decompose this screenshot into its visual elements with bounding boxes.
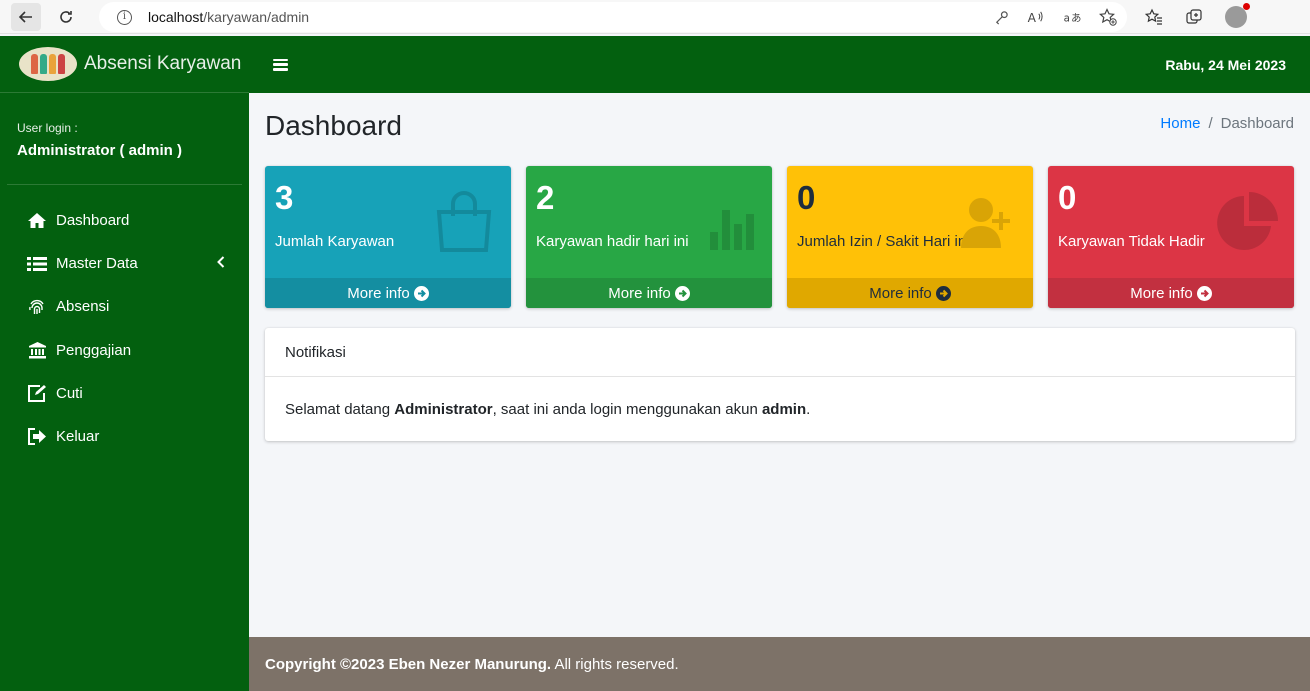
- page-footer: Copyright ©2023 Eben Nezer Manurung. All…: [249, 637, 1310, 691]
- notification-text: .: [806, 400, 811, 418]
- more-info-label: More info: [869, 284, 932, 302]
- current-date: Rabu, 24 Mei 2023: [1165, 56, 1286, 73]
- url-text[interactable]: localhost/karyawan/admin: [148, 9, 309, 25]
- bank-icon: [26, 341, 48, 359]
- pie-chart-icon: [1217, 192, 1278, 250]
- more-info-label: More info: [1130, 284, 1193, 302]
- stat-number: 0: [797, 179, 816, 216]
- breadcrumb-separator: /: [1208, 115, 1213, 132]
- breadcrumb-current: Dashboard: [1220, 115, 1294, 132]
- notification-account: admin: [761, 400, 807, 418]
- brand-logo: [19, 47, 77, 81]
- sign-out-icon: [26, 428, 48, 446]
- breadcrumb-home-link[interactable]: Home: [1160, 115, 1200, 132]
- arrow-circle-right-icon: [413, 285, 429, 301]
- sidebar-menu: Dashboard Master Data Absensi Penggajian: [0, 185, 249, 458]
- sidebar-item-label: Master Data: [56, 255, 138, 273]
- reload-button[interactable]: [51, 3, 81, 31]
- notification-header: Notifikasi: [265, 328, 1295, 377]
- arrow-circle-right-icon: [674, 285, 690, 301]
- arrow-left-icon: [18, 10, 32, 23]
- browser-toolbar: i localhost/karyawan/admin A aあ: [0, 0, 1310, 34]
- stat-label: Jumlah Karyawan: [275, 233, 395, 250]
- more-info-link[interactable]: More info: [526, 278, 772, 308]
- sidebar-item-label: Dashboard: [56, 212, 130, 230]
- user-caption: User login :: [17, 121, 78, 135]
- user-name: Administrator ( admin ): [17, 142, 183, 159]
- bar-chart-icon: [710, 210, 754, 250]
- page-title: Dashboard: [265, 110, 402, 141]
- brand-title: Absensi Karyawan: [84, 53, 242, 74]
- notification-text: , saat ini anda login menggunakan akun: [492, 400, 762, 418]
- reload-icon: [60, 10, 72, 23]
- more-info-link[interactable]: More info: [1048, 278, 1294, 308]
- stat-box-karyawan-hadir: 2 Karyawan hadir hari ini More info: [526, 166, 772, 308]
- svg-text:a: a: [1064, 12, 1070, 24]
- user-panel: User login : Administrator ( admin ): [0, 93, 249, 184]
- key-icon[interactable]: [994, 10, 1009, 25]
- stat-label: Karyawan Tidak Hadir: [1058, 233, 1205, 250]
- svg-text:あ: あ: [1071, 12, 1081, 24]
- top-navbar: Rabu, 24 Mei 2023: [249, 36, 1310, 93]
- stat-number: 3: [275, 179, 294, 216]
- svg-text:A: A: [1028, 11, 1037, 25]
- more-info-link[interactable]: More info: [265, 278, 511, 308]
- address-bar[interactable]: i localhost/karyawan/admin A aあ: [99, 2, 1127, 32]
- home-icon: [26, 212, 48, 229]
- notification-text: Selamat datang: [285, 400, 395, 418]
- sidebar-item-cuti[interactable]: Cuti: [0, 372, 249, 415]
- stat-number: 2: [536, 179, 555, 216]
- read-aloud-icon[interactable]: A: [1027, 10, 1045, 25]
- notification-card: Notifikasi Selamat datang Administrator,…: [265, 328, 1295, 441]
- stat-box-izin-sakit: 0 Jumlah Izin / Sakit Hari ini More info: [787, 166, 1033, 308]
- stat-box-jumlah-karyawan: 3 Jumlah Karyawan More info: [265, 166, 511, 308]
- profile-avatar[interactable]: [1225, 3, 1250, 28]
- fingerprint-icon: [26, 298, 48, 316]
- stat-label: Jumlah Izin / Sakit Hari ini: [797, 233, 970, 250]
- content-area: Dashboard Home / Dashboard 3 Jumlah Karyaw…: [249, 93, 1310, 637]
- rights-text: All rights reserved.: [551, 655, 679, 673]
- sidebar-item-label: Absensi: [56, 298, 110, 316]
- favorite-add-icon[interactable]: [1099, 8, 1117, 26]
- sidebar-item-dashboard[interactable]: Dashboard: [0, 199, 249, 242]
- sidebar: Absensi Karyawan User login : Administra…: [0, 36, 249, 691]
- sidebar-item-master-data[interactable]: Master Data: [0, 242, 249, 285]
- user-plus-icon: [961, 198, 1010, 248]
- stat-box-tidak-hadir: 0 Karyawan Tidak Hadir More info: [1048, 166, 1294, 308]
- edit-icon: [26, 384, 48, 403]
- translate-icon[interactable]: aあ: [1063, 10, 1081, 25]
- more-info-link[interactable]: More info: [787, 278, 1033, 308]
- info-icon[interactable]: i: [117, 9, 132, 25]
- stat-label: Karyawan hadir hari ini: [536, 233, 689, 250]
- sidebar-item-penggajian[interactable]: Penggajian: [0, 329, 249, 372]
- arrow-circle-right-icon: [935, 285, 951, 301]
- back-button[interactable]: [11, 2, 41, 31]
- stat-number: 0: [1058, 179, 1077, 216]
- copyright-text: Copyright ©2023 Eben Nezer Manurung.: [265, 655, 552, 673]
- notification-body: Selamat datang Administrator, saat ini a…: [265, 377, 1295, 441]
- favorites-icon[interactable]: [1145, 8, 1163, 26]
- arrow-circle-right-icon: [1196, 285, 1212, 301]
- brand[interactable]: Absensi Karyawan: [0, 36, 249, 93]
- menu-toggle-icon[interactable]: [273, 58, 288, 71]
- sidebar-item-label: Cuti: [56, 384, 83, 402]
- sidebar-item-label: Penggajian: [56, 341, 132, 359]
- more-info-label: More info: [347, 284, 410, 302]
- more-info-label: More info: [608, 284, 671, 302]
- sidebar-item-absensi[interactable]: Absensi: [0, 285, 249, 328]
- notification-user-name: Administrator: [394, 400, 493, 418]
- chevron-left-icon: [217, 256, 225, 271]
- sidebar-item-keluar[interactable]: Keluar: [0, 415, 249, 458]
- shopping-bag-icon: [436, 191, 492, 252]
- list-icon: [26, 256, 48, 272]
- collections-icon[interactable]: [1185, 8, 1203, 26]
- breadcrumb: Home / Dashboard: [1160, 115, 1294, 132]
- sidebar-item-label: Keluar: [56, 428, 100, 446]
